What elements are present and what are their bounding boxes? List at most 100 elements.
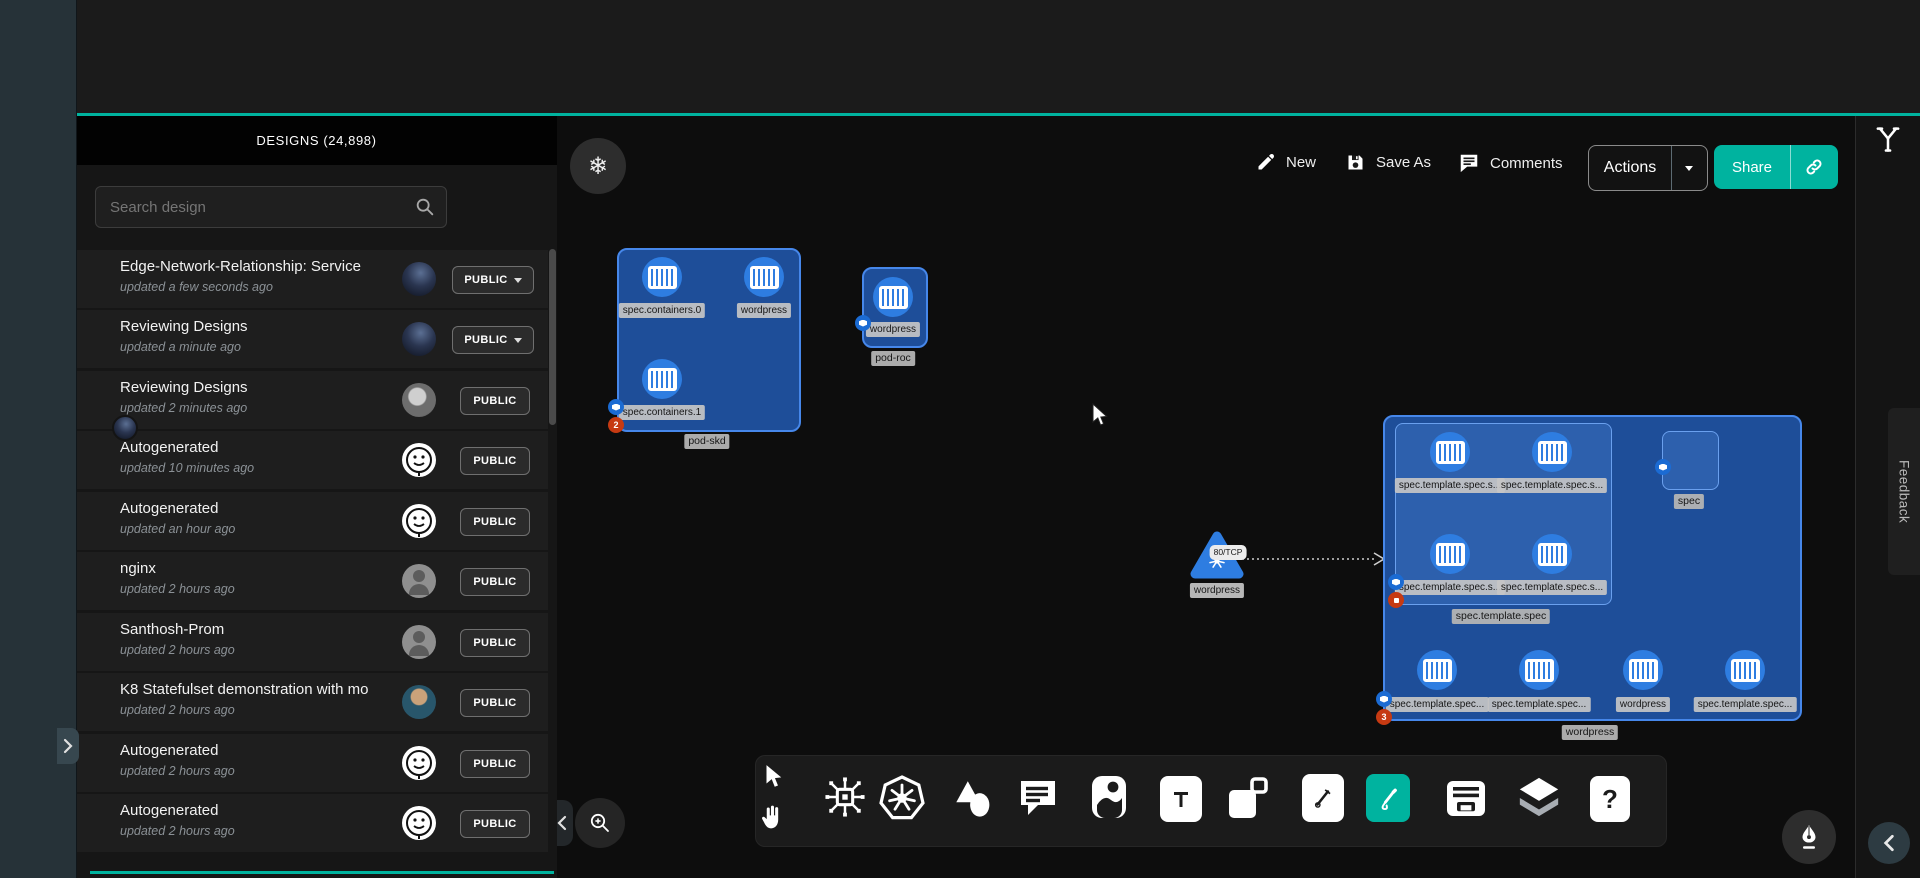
node-label: spec.template.spec... [1694,697,1797,712]
help-tool-icon: ? [1590,776,1630,822]
design-list-item[interactable]: Autogenerated updated 10 minutes ago PUB… [76,431,548,489]
image-icon [1086,772,1132,822]
design-list-item[interactable]: Autogenerated updated 2 hours ago PUBLIC [76,794,548,852]
node-label: spec.template.spec.s... [1395,580,1505,595]
node-label: wordpress [1616,697,1670,712]
container-icon [1538,441,1567,464]
node-container[interactable] [1532,534,1572,574]
tool-note[interactable] [1224,774,1270,822]
visibility-badge: PUBLIC [460,387,530,415]
tool-drawer[interactable] [1442,774,1490,822]
container-icon [648,368,677,391]
node-container[interactable] [1532,432,1572,472]
freeze-layout-button[interactable]: ❄ [570,138,626,194]
container-icon [1525,659,1554,682]
visibility-badge[interactable]: PUBLIC [452,326,534,354]
group-label: pod-roc [871,351,915,366]
views-button[interactable] [1874,124,1902,159]
tool-scalpel[interactable] [1302,774,1344,822]
feedback-tab[interactable]: Feedback [1888,408,1920,575]
design-list-item[interactable]: nginx updated 2 hours ago PUBLIC [76,552,548,610]
tool-comment[interactable] [1016,776,1060,820]
container-icon [750,266,779,289]
design-list-item[interactable]: Edge-Network-Relationship: Service updat… [76,250,548,308]
new-design-button[interactable]: New [1256,152,1316,172]
error-count-badge[interactable]: 2 [608,417,624,433]
node-label: spec.containers.0 [619,303,705,318]
design-list-item[interactable]: Santhosh-Prom updated 2 hours ago PUBLIC [76,613,548,671]
pod-badge[interactable] [1655,459,1671,475]
snowflake-icon: ❄ [588,152,608,181]
search-input[interactable] [108,187,412,227]
node-group-spec-template-spec[interactable] [1395,423,1612,605]
components-icon [822,774,868,820]
visibility-badge: PUBLIC [460,508,530,536]
tool-layers[interactable] [1516,774,1562,820]
node-label: wordpress [737,303,791,318]
zoom-in-button[interactable] [575,798,625,848]
design-list-item[interactable]: Autogenerated updated an hour ago PUBLIC [76,492,548,550]
actions-split-button: Actions [1588,145,1708,191]
freehand-draw-icon [1366,774,1410,822]
search-icon [414,196,436,218]
comments-button[interactable]: Comments [1458,152,1563,174]
pod-badge[interactable] [1388,574,1404,590]
node-container[interactable] [642,257,682,297]
chevron-right-icon [63,738,73,754]
group-label: pod-skd [684,434,729,449]
node-label: spec.template.spec.s... [1497,478,1607,493]
node-label: spec.template.spec... [1488,697,1591,712]
deployment-badge[interactable] [1376,691,1392,707]
collaborator-avatar [112,415,138,441]
design-author-avatar [402,383,436,417]
node-container[interactable] [1430,534,1470,574]
actions-button[interactable]: Actions [1589,159,1671,177]
node-spec[interactable] [1662,431,1719,490]
pod-badge[interactable] [855,315,871,331]
node-container[interactable] [744,257,784,297]
panel-scrollbar-thumb[interactable] [549,249,556,425]
save-as-button[interactable]: Save As [1345,152,1431,173]
edge-service-to-deployment[interactable] [1240,548,1388,570]
share-split-button: Share [1714,145,1838,189]
tool-components[interactable] [822,774,868,820]
tool-media[interactable] [1086,772,1132,822]
design-author-avatar [402,443,436,477]
tool-kubernetes[interactable] [878,774,926,822]
right-panel-collapse-button[interactable] [1868,822,1910,864]
tool-shapes[interactable] [950,776,994,820]
node-container[interactable] [873,277,913,317]
pen-mode-button[interactable] [1782,810,1836,864]
visibility-badge: PUBLIC [460,568,530,596]
panel-expand-handle[interactable] [57,728,79,764]
group-label: wordpress [1562,725,1618,740]
layers-icon [1516,774,1562,820]
container-icon [1436,441,1465,464]
share-button[interactable]: Share [1714,159,1790,176]
node-container[interactable] [1519,650,1559,690]
tool-freehand-draw[interactable] [1366,774,1410,822]
tool-select[interactable] [762,764,784,790]
design-list-item[interactable]: K8 Statefulset demonstration with mo upd… [76,673,548,731]
design-list-item[interactable]: Reviewing Designs updated a minute ago P… [76,310,548,368]
tool-text[interactable] [1160,776,1202,822]
copy-link-button[interactable] [1791,157,1837,177]
actions-dropdown-button[interactable] [1672,166,1706,171]
node-container[interactable] [1725,650,1765,690]
dock-collapse-handle[interactable] [557,800,573,846]
node-container[interactable] [1623,650,1663,690]
node-container[interactable] [642,359,682,399]
design-list-item[interactable]: Reviewing Designs updated 2 minutes ago … [76,371,548,429]
pod-badge[interactable] [608,399,624,415]
tool-help[interactable]: ? [1590,776,1630,822]
caret-down-icon [514,338,522,343]
tool-pan[interactable] [758,802,786,832]
kubernetes-icon [878,774,926,822]
node-container[interactable] [1430,432,1470,472]
error-badge[interactable] [1388,592,1404,608]
design-list-item[interactable]: Autogenerated updated 2 hours ago PUBLIC [76,734,548,792]
visibility-badge[interactable]: PUBLIC [452,266,534,294]
error-count-badge[interactable]: 3 [1376,709,1392,725]
node-container[interactable] [1417,650,1457,690]
top-header [76,0,1920,116]
